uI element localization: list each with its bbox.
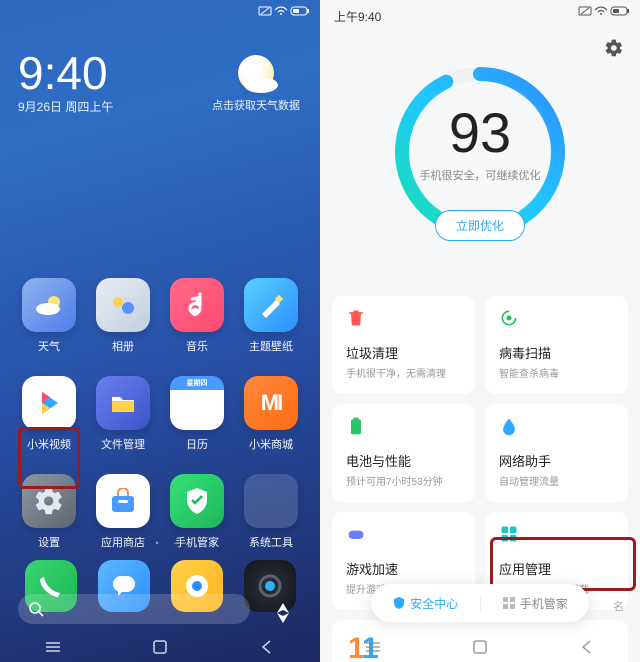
app-music[interactable]: 音乐 xyxy=(162,278,232,354)
grid-icon xyxy=(502,596,516,610)
app-video[interactable]: 小米视频 xyxy=(14,376,84,452)
page-indicator: · • · xyxy=(0,538,320,548)
music-app-icon xyxy=(170,278,224,332)
score-subtitle: 手机很安全，可继续优化 xyxy=(320,167,640,183)
gallery-app-icon xyxy=(96,278,150,332)
settings-app-icon xyxy=(22,474,76,528)
no-sim-icon xyxy=(258,6,272,16)
settings-button[interactable] xyxy=(604,38,624,63)
card-network[interactable]: 网络助手 自动管理流量 xyxy=(485,404,628,502)
clock-widget[interactable]: 9:40 9月26日 周四上午 xyxy=(18,50,113,115)
app-calendar[interactable]: 星期四26日历 xyxy=(162,376,232,452)
app-mall[interactable]: MI小米商城 xyxy=(236,376,306,452)
bottom-tabs: 安全中心 手机管家 xyxy=(371,584,589,622)
score-value: 93 xyxy=(320,100,640,165)
nav-recents[interactable] xyxy=(45,639,61,655)
store-app-icon xyxy=(96,474,150,528)
battery-icon xyxy=(290,6,310,16)
app-weather[interactable]: 天气 xyxy=(14,278,84,354)
app-files[interactable]: 文件管理 xyxy=(88,376,158,452)
status-time: 上午9:40 xyxy=(334,8,381,25)
card-virus[interactable]: 病毒扫描 智能查杀病毒 xyxy=(485,296,628,394)
app-grid: 天气 相册 音乐 主题壁纸 小米视频 文件管理 星期四26日历 MI小米商城 设… xyxy=(0,278,320,550)
gamepad-icon xyxy=(346,524,366,544)
calendar-app-icon: 星期四26 xyxy=(170,376,224,430)
home-screen: 9:40 9月26日 周四上午 点击获取天气数据 天气 相册 音乐 主题壁纸 小… xyxy=(0,0,320,662)
nav-home[interactable] xyxy=(152,639,168,655)
clock-time: 9:40 xyxy=(18,50,113,96)
app-theme[interactable]: 主题壁纸 xyxy=(236,278,306,354)
no-sim-icon xyxy=(578,6,592,16)
apps-icon xyxy=(499,524,519,544)
tools-folder-icon xyxy=(244,474,298,528)
nav-bar xyxy=(0,632,320,662)
weather-app-icon xyxy=(22,278,76,332)
weather-icon xyxy=(238,55,274,91)
tab-phone-manager[interactable]: 手机管家 xyxy=(480,595,590,612)
trash-icon xyxy=(346,308,366,328)
mall-app-icon: MI xyxy=(244,376,298,430)
nav-home[interactable] xyxy=(472,639,488,655)
wifi-icon xyxy=(594,6,608,16)
security-app-icon xyxy=(170,474,224,528)
optimize-button[interactable]: 立即优化 xyxy=(435,210,525,241)
edge-text: 名 xyxy=(613,598,624,614)
score-display: 93 手机很安全，可继续优化 xyxy=(320,100,640,183)
video-app-icon xyxy=(22,376,76,430)
battery-icon xyxy=(346,416,366,436)
files-app-icon xyxy=(96,376,150,430)
shield-icon xyxy=(392,596,406,610)
card-battery[interactable]: 电池与性能 预计可用7小时53分钟 xyxy=(332,404,475,502)
security-app-screen: 上午9:40 93 手机很安全，可继续优化 立即优化 垃圾清理 手机很干净，无需… xyxy=(320,0,640,662)
weather-caption: 点击获取天气数据 xyxy=(212,97,300,113)
nav-back[interactable] xyxy=(259,639,275,655)
battery-icon xyxy=(610,6,630,16)
nav-recents[interactable] xyxy=(365,639,381,655)
card-trash[interactable]: 垃圾清理 手机很干净，无需清理 xyxy=(332,296,475,394)
search-bar[interactable] xyxy=(18,594,250,624)
nav-back[interactable] xyxy=(579,639,595,655)
status-bar xyxy=(258,6,310,16)
status-bar xyxy=(578,6,630,16)
scan-icon xyxy=(499,308,519,328)
nav-bar xyxy=(320,632,640,662)
app-gallery[interactable]: 相册 xyxy=(88,278,158,354)
drop-icon xyxy=(499,416,519,436)
ai-assistant-icon[interactable] xyxy=(268,598,298,628)
tab-security-center[interactable]: 安全中心 xyxy=(371,595,480,612)
wifi-icon xyxy=(274,6,288,16)
weather-widget[interactable]: 点击获取天气数据 xyxy=(212,55,300,113)
clock-date: 9月26日 周四上午 xyxy=(18,98,113,115)
theme-app-icon xyxy=(244,278,298,332)
search-icon xyxy=(28,601,44,617)
